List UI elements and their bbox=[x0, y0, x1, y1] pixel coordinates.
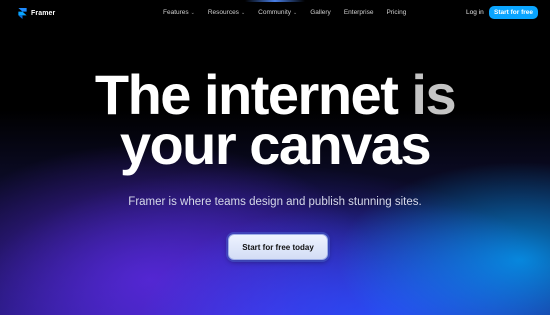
nav-item-label: Resources bbox=[207, 9, 239, 16]
nav-item-pricing[interactable]: Pricing bbox=[386, 9, 406, 16]
brand-name: Framer bbox=[31, 10, 56, 17]
chevron-down-icon: ⌄ bbox=[240, 9, 246, 16]
top-navbar: Framer Features ⌄ Resources ⌄ Community … bbox=[0, 0, 550, 26]
framer-logo-icon bbox=[18, 8, 27, 19]
nav-item-gallery[interactable]: Gallery bbox=[310, 9, 331, 16]
start-for-free-button[interactable]: Start for free bbox=[489, 6, 539, 19]
nav-item-label: Community bbox=[258, 9, 292, 16]
nav-item-label: Enterprise bbox=[343, 9, 374, 16]
brand-link[interactable]: Framer bbox=[18, 8, 55, 19]
hero-title-line-2: your canvas bbox=[119, 113, 432, 176]
nav-item-label: Pricing bbox=[386, 9, 407, 16]
nav-item-label: Features bbox=[163, 9, 189, 16]
main-menu: Features ⌄ Resources ⌄ Community ⌄ Galle… bbox=[163, 9, 419, 16]
nav-item-resources[interactable]: Resources ⌄ bbox=[208, 9, 245, 16]
nav-item-enterprise[interactable]: Enterprise bbox=[344, 9, 374, 16]
hero-subtitle: Framer is where teams design and publish… bbox=[128, 196, 422, 208]
chevron-down-icon: ⌄ bbox=[190, 9, 195, 16]
hero-title: The internet is your canvas bbox=[0, 67, 550, 176]
start-for-free-today-button[interactable]: Start for free today bbox=[228, 234, 328, 260]
nav-item-community[interactable]: Community ⌄ bbox=[258, 9, 297, 16]
chevron-down-icon: ⌄ bbox=[293, 9, 298, 16]
nav-item-label: Gallery bbox=[310, 9, 331, 16]
nav-item-features[interactable]: Features ⌄ bbox=[163, 9, 195, 16]
login-link[interactable]: Log in bbox=[466, 9, 484, 16]
